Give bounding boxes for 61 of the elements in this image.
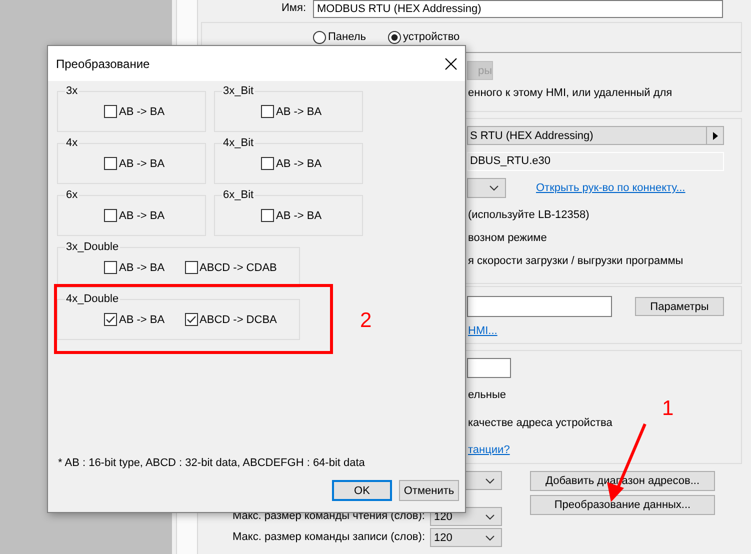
checkbox[interactable] [261,209,274,222]
checkbox-label: AB -> BA [119,262,165,274]
checkbox-label: ABCD -> CDAB [200,262,277,274]
description-text: енного к этому HMI, или удаленный для [468,86,674,101]
name-field[interactable]: MODBUS RTU (HEX Addressing) [313,0,723,18]
checkbox[interactable] [184,261,198,274]
data-conversion-button[interactable]: Преобразование данных... [530,495,715,515]
device-type-dropdown[interactable]: S RTU (HEX Addressing) [467,126,724,145]
radio-label: Панель [328,31,366,43]
option-text: ельные [468,388,508,403]
group-title: 6x_Bit [222,188,255,202]
checkbox[interactable] [104,209,117,222]
option-text: я скорости загрузки / выгрузки программы [468,254,684,269]
group-title: 4x_Double [65,292,120,306]
checkbox[interactable] [104,157,117,170]
parameters-button[interactable]: Параметры [635,297,724,316]
checkbox[interactable] [104,261,117,274]
chevron-down-icon [485,478,495,484]
checkbox[interactable] [261,105,274,118]
manual-link[interactable]: Открыть рук-во по коннекту... [536,182,686,194]
checkbox-label: AB -> BA [276,210,322,222]
checkbox-label: AB -> BA [119,158,165,170]
annotation-number: 1 [662,397,674,421]
option-text: (используйте LB-12358) [468,208,590,223]
checkbox-label: AB -> BA [119,210,165,222]
dialog-button[interactable]: OK [332,480,392,501]
close-icon[interactable] [445,58,457,70]
chevron-down-icon [485,534,495,540]
checkbox[interactable] [104,313,117,326]
checkbox[interactable] [184,313,198,326]
station-link[interactable]: танции? [468,443,741,458]
checkbox-label: AB -> BA [119,314,165,326]
footnote-text: * AB : 16-bit type, ABCD : 32-bit data, ABCDEFGH : 64-bit data [58,457,366,469]
checkbox-label: AB -> BA [276,158,322,170]
chevron-down-icon [489,185,499,191]
group-title: 3x_Double [65,240,120,254]
input-field[interactable] [467,358,511,378]
chevron-down-icon [485,514,495,520]
play-arrow-icon [712,132,718,140]
annotation-number: 2 [360,309,372,333]
group-title: 3x_Bit [222,84,255,98]
checkbox-label: AB -> BA [119,106,165,118]
radio-button[interactable] [313,30,326,44]
option-text: качестве адреса устройства [468,416,614,431]
checkbox-label: ABCD -> DCBA [200,314,277,326]
input-field[interactable] [467,296,612,317]
field-label: Имя: [280,1,307,16]
option-text: возном режиме [468,231,548,246]
dropdown[interactable] [467,178,506,198]
radio-label: устройство [403,31,460,43]
dropdown[interactable]: 120 [430,528,502,547]
checkbox[interactable] [104,105,117,118]
hmi-link[interactable]: HMI... [468,324,741,339]
file-field[interactable]: DBUS_RTU.e30 [467,152,724,171]
radio-button[interactable] [388,30,401,44]
field-label: Макс. размер команды записи (слов): [232,530,426,545]
group-title: 4x_Bit [222,136,255,150]
dialog-title: Преобразование [56,56,150,70]
checkbox-label: AB -> BA [276,106,322,118]
dialog-button[interactable]: Отменить [399,480,459,501]
checkbox[interactable] [261,157,274,170]
